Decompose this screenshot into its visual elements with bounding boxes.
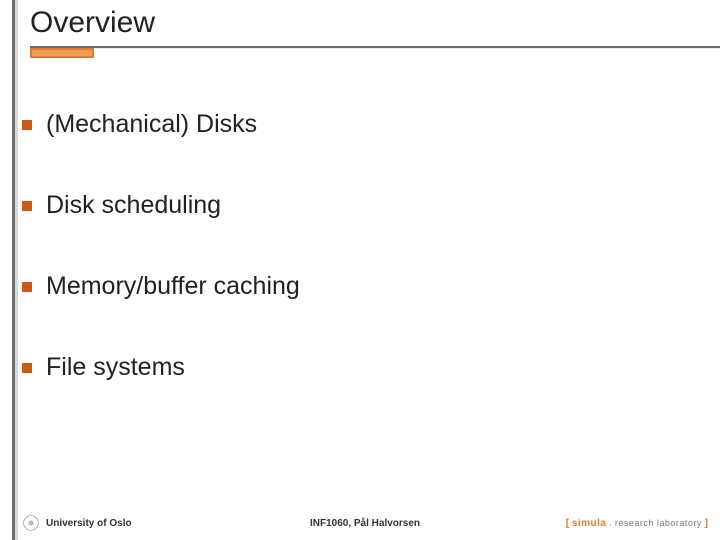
- bracket-close: ]: [702, 518, 708, 529]
- title-underline: [30, 46, 720, 49]
- title-area: Overview: [30, 6, 155, 39]
- bullet-text: File systems: [46, 353, 185, 382]
- footer-left-text: University of Oslo: [46, 518, 132, 529]
- rail-light: [15, 0, 18, 540]
- university-seal-icon: [22, 514, 40, 532]
- footer-center-text: INF1060, Pål Halvorsen: [310, 518, 420, 529]
- footer-left: University of Oslo: [22, 514, 132, 532]
- title-accent: [30, 46, 94, 58]
- slide: Overview (Mechanical) Disks Disk schedul…: [0, 0, 720, 540]
- footer: University of Oslo INF1060, Pål Halvorse…: [22, 514, 708, 532]
- simula-rest: research laboratory: [615, 518, 702, 528]
- bullet-text: Memory/buffer caching: [46, 272, 300, 301]
- title-accent-inner: [32, 50, 92, 56]
- bullet-icon: [22, 282, 32, 292]
- bullet-text: (Mechanical) Disks: [46, 110, 257, 139]
- bullet-icon: [22, 363, 32, 373]
- list-item: File systems: [22, 353, 690, 382]
- brand-dot: .: [607, 518, 615, 529]
- simula-brand: simula: [572, 518, 607, 529]
- list-item: Disk scheduling: [22, 191, 690, 220]
- bullet-icon: [22, 120, 32, 130]
- list-item: Memory/buffer caching: [22, 272, 690, 301]
- left-rail: [0, 0, 22, 540]
- list-item: (Mechanical) Disks: [22, 110, 690, 139]
- footer-right: [ simula . research laboratory ]: [566, 518, 708, 529]
- bullet-list: (Mechanical) Disks Disk scheduling Memor…: [22, 110, 690, 434]
- slide-title: Overview: [30, 6, 155, 39]
- bullet-icon: [22, 201, 32, 211]
- bullet-text: Disk scheduling: [46, 191, 221, 220]
